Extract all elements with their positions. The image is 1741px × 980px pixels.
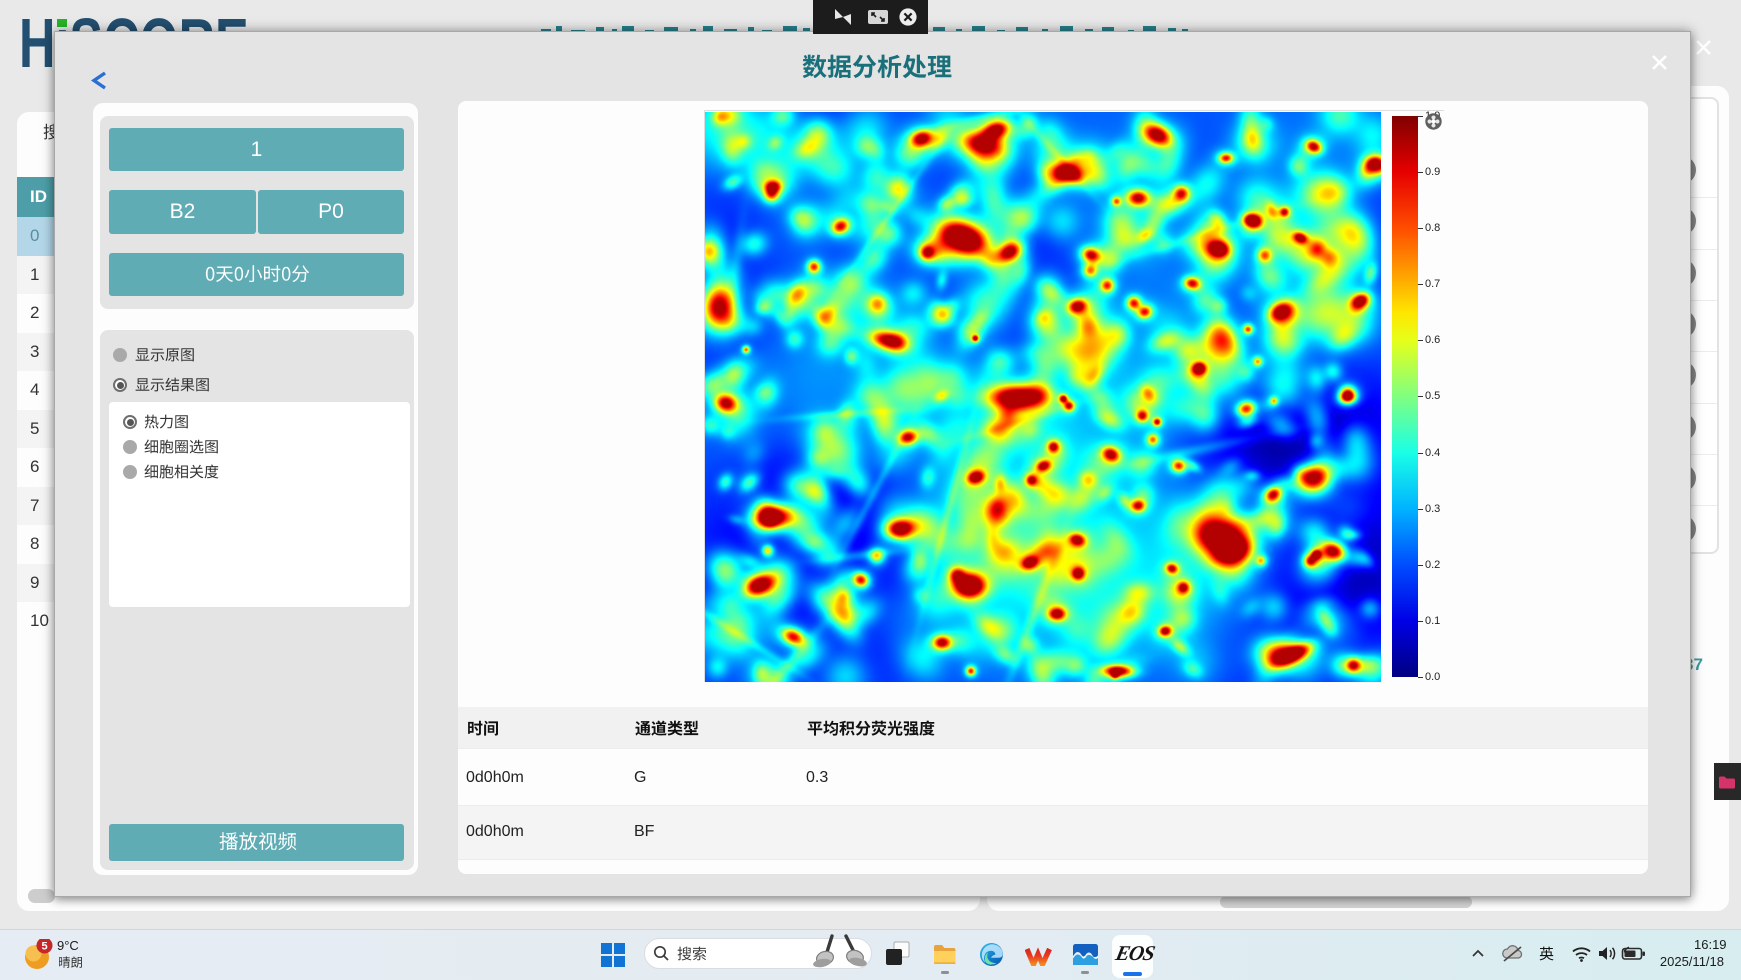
svg-text:5: 5 [41,941,47,953]
